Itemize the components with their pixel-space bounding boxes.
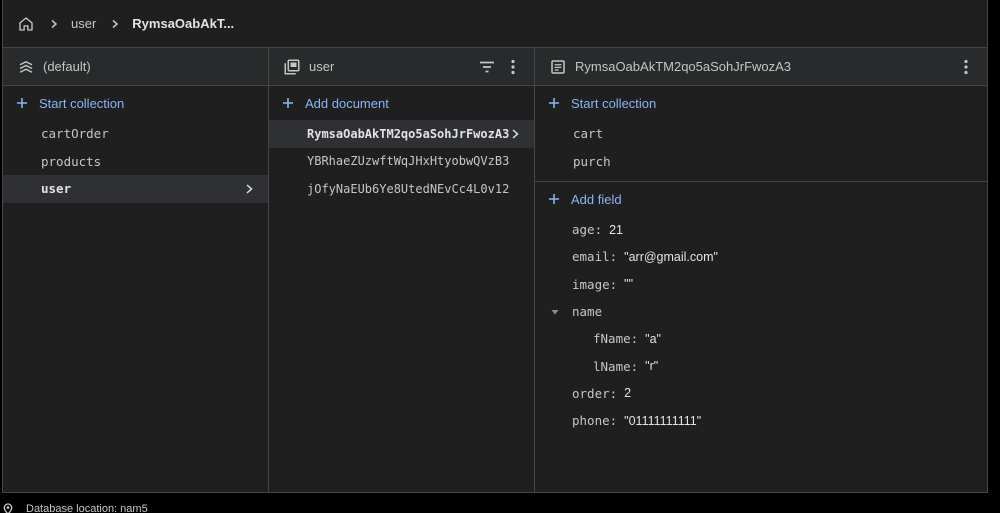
home-icon[interactable] xyxy=(17,15,35,33)
breadcrumb-item-document[interactable]: RymsaOabAkT... xyxy=(132,16,234,31)
collection-item-products[interactable]: products xyxy=(3,148,268,176)
collection-panel: user Add document RymsaOabAkTM2qo5aSohJr… xyxy=(269,48,535,492)
database-location: Database location: nam5 xyxy=(0,502,148,513)
add-field-button[interactable]: Add field xyxy=(535,182,987,216)
filter-icon xyxy=(480,61,494,72)
collection-title: user xyxy=(309,59,335,74)
collection-item-label: cartOrder xyxy=(41,126,109,142)
field-key: name xyxy=(572,304,603,320)
location-pin-icon xyxy=(3,503,13,513)
database-location-text: Database location: nam5 xyxy=(26,503,148,513)
plus-icon xyxy=(549,194,559,204)
start-collection-label: Start collection xyxy=(39,95,125,111)
chevron-right-icon xyxy=(246,184,253,194)
subcollection-item-purch[interactable]: purch xyxy=(535,148,987,176)
document-panel-header: RymsaOabAkTM2qo5aSohJrFwozA3 xyxy=(535,48,987,86)
more-vert-icon xyxy=(964,59,968,74)
field-value: 21 xyxy=(609,222,624,237)
filter-button[interactable] xyxy=(476,56,498,78)
field-value: "" xyxy=(624,277,634,292)
collection-item-user[interactable]: user xyxy=(3,175,268,203)
field-value: 2 xyxy=(624,386,632,401)
collection-item-label: user xyxy=(41,181,72,197)
field-value: "a" xyxy=(645,331,661,346)
field-value: "arr@gmail.com" xyxy=(624,249,718,264)
document-item[interactable]: YBRhaeZUzwftWqJHxHtyobwQVzB3 xyxy=(269,148,534,176)
start-collection-button[interactable]: Start collection xyxy=(3,86,268,120)
field-key: email: xyxy=(572,249,618,265)
subcollection-item-cart[interactable]: cart xyxy=(535,120,987,148)
plus-icon xyxy=(17,98,27,108)
field-key: image: xyxy=(572,276,618,292)
breadcrumb-item-user[interactable]: user xyxy=(71,16,96,31)
start-collection-label: Start collection xyxy=(571,95,657,111)
add-document-button[interactable]: Add document xyxy=(269,86,534,120)
field-key: order: xyxy=(572,385,618,401)
database-layers-icon xyxy=(19,60,33,73)
firestore-data-viewer: user RymsaOabAkT... (default) Start coll… xyxy=(2,0,988,493)
document-title: RymsaOabAkTM2qo5aSohJrFwozA3 xyxy=(575,59,792,74)
collection-more-button[interactable] xyxy=(502,56,524,78)
document-item[interactable]: RymsaOabAkTM2qo5aSohJrFwozA3 xyxy=(269,120,534,148)
document-id: jOfyNaEUb6Ye8UtedNEvCc4L0v12 xyxy=(307,181,510,196)
field-email[interactable]: email: "arr@gmail.com" xyxy=(535,243,987,270)
field-key: age: xyxy=(572,222,603,238)
database-panel: (default) Start collection cartOrder pro… xyxy=(3,48,269,492)
field-name-map[interactable]: name xyxy=(535,298,987,325)
chevron-right-icon xyxy=(512,129,519,139)
database-title: (default) xyxy=(43,59,91,74)
field-lname[interactable]: lName: "r" xyxy=(535,352,987,379)
add-document-label: Add document xyxy=(305,95,389,111)
document-id: YBRhaeZUzwftWqJHxHtyobwQVzB3 xyxy=(307,154,510,169)
subcollection-label: cart xyxy=(573,126,604,142)
field-value: "01111111111" xyxy=(624,413,702,428)
field-order[interactable]: order: 2 xyxy=(535,380,987,407)
document-icon xyxy=(551,59,565,74)
collection-item-cartorder[interactable]: cartOrder xyxy=(3,120,268,148)
subcollection-label: purch xyxy=(573,153,611,169)
chevron-right-icon xyxy=(51,19,58,28)
field-key: phone: xyxy=(572,413,618,429)
collection-panel-header: user xyxy=(269,48,534,86)
field-key: fName: xyxy=(593,331,639,347)
add-field-label: Add field xyxy=(571,191,622,207)
field-image[interactable]: image: "" xyxy=(535,271,987,298)
collection-icon xyxy=(284,59,300,74)
document-id: RymsaOabAkTM2qo5aSohJrFwozA3 xyxy=(307,126,510,141)
chevron-right-icon xyxy=(112,19,119,28)
plus-icon xyxy=(283,98,293,108)
collapse-triangle-icon[interactable] xyxy=(550,307,560,317)
panel-columns: (default) Start collection cartOrder pro… xyxy=(3,48,987,492)
document-item[interactable]: jOfyNaEUb6Ye8UtedNEvCc4L0v12 xyxy=(269,175,534,203)
field-age[interactable]: age: 21 xyxy=(535,216,987,243)
more-vert-icon xyxy=(511,59,515,74)
document-panel: RymsaOabAkTM2qo5aSohJrFwozA3 Start colle… xyxy=(535,48,987,492)
field-value: "r" xyxy=(645,359,659,374)
collection-item-label: products xyxy=(41,153,102,169)
document-more-button[interactable] xyxy=(955,56,977,78)
field-key: lName: xyxy=(593,358,639,374)
field-phone[interactable]: phone: "01111111111" xyxy=(535,407,987,434)
plus-icon xyxy=(549,98,559,108)
subcollections-section: Start collection cart purch xyxy=(535,86,987,182)
breadcrumb: user RymsaOabAkT... xyxy=(3,0,987,48)
field-fname[interactable]: fName: "a" xyxy=(535,325,987,352)
database-panel-header: (default) xyxy=(3,48,268,86)
start-subcollection-button[interactable]: Start collection xyxy=(535,86,987,120)
